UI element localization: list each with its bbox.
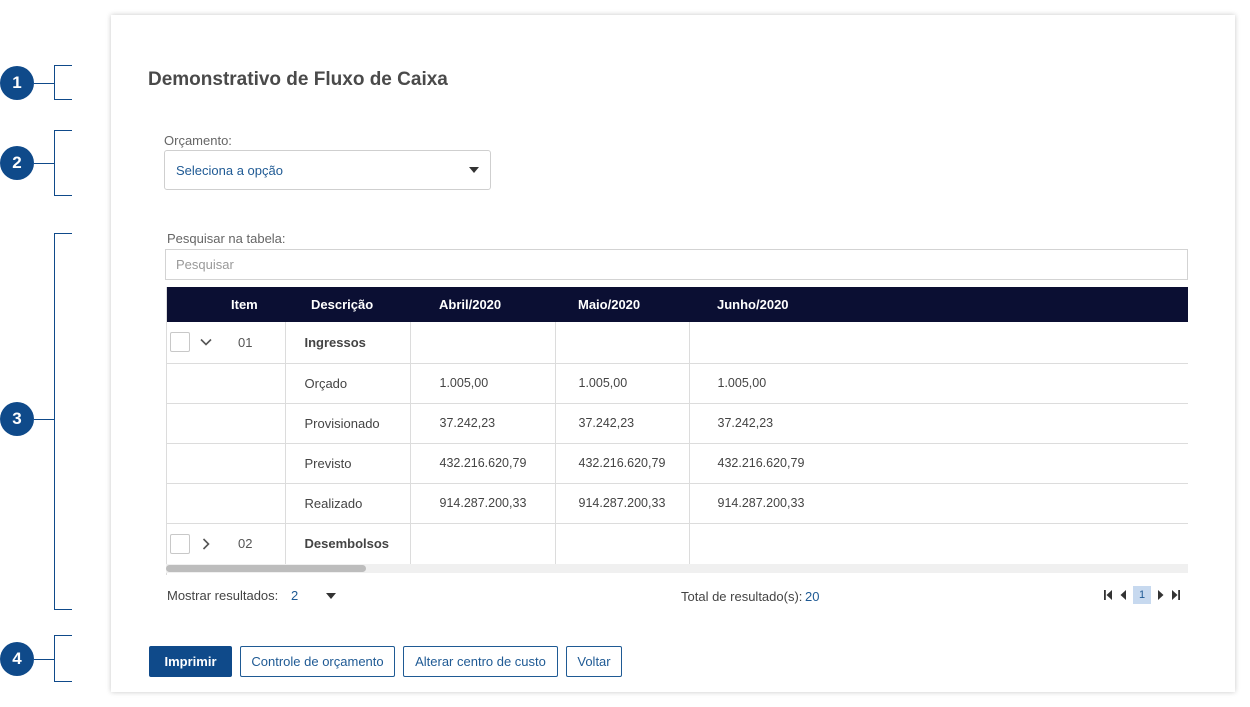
marker-stem [34,659,54,660]
row-may-value: 37.242,23 [555,403,690,444]
show-results-value[interactable]: 2 [291,588,298,603]
scrollbar-thumb[interactable] [166,565,366,572]
row-april-value: 1.005,00 [410,363,556,404]
caret-down-icon [469,167,479,173]
budget-label: Orçamento: [164,133,232,148]
row-june-value: 914.287.200,33 [689,483,1188,524]
header-may: Maio/2020 [578,297,641,312]
row-april-value: 914.287.200,33 [410,483,556,524]
next-page-icon[interactable] [1157,589,1164,601]
table-row: Provisionado 37.242,23 37.242,23 37.242,… [167,403,1188,444]
row-description: Orçado [285,363,411,404]
results-dropdown-caret-icon[interactable] [326,593,336,599]
change-cost-center-button[interactable]: Alterar centro de custo [403,646,558,677]
marker-number: 2 [0,146,34,180]
row-may-value: 1.005,00 [555,363,690,404]
table-row: Orçado 1.005,00 1.005,00 1.005,00 [167,363,1188,404]
row-june [689,322,1188,364]
row-april [410,523,556,565]
marker-number: 1 [0,66,34,100]
row-item [228,443,286,484]
row-controls [167,523,228,565]
print-button[interactable]: Imprimir [149,646,232,677]
back-button[interactable]: Voltar [566,646,622,677]
marker-number: 4 [0,642,34,676]
header-description: Descrição [311,297,374,312]
table-row: Realizado 914.287.200,33 914.287.200,33 … [167,483,1188,524]
row-description: Realizado [285,483,411,524]
last-page-icon[interactable] [1171,589,1180,601]
marker-number: 3 [0,402,34,436]
pagination: 1 [1104,586,1180,604]
cash-flow-table: Item Descrição Abril/2020 Maio/2020 Junh… [166,287,1188,575]
row-controls [167,443,228,484]
row-may [555,523,690,565]
row-item [228,483,286,524]
page-title: Demonstrativo de Fluxo de Caixa [148,69,448,90]
header-select [167,287,228,322]
row-june-value: 37.242,23 [689,403,1188,444]
row-june-value: 1.005,00 [689,363,1188,404]
table-header-row: Item Descrição Abril/2020 Maio/2020 Junh… [167,287,1188,322]
search-label: Pesquisar na tabela: [167,231,286,246]
total-results-label: Total de resultado(s): [681,589,803,604]
row-description: Ingressos [285,322,411,364]
row-april [410,322,556,364]
budget-select-value: Seleciona a opção [176,162,283,178]
current-page[interactable]: 1 [1133,586,1151,604]
row-controls [167,403,228,444]
marker-bracket [54,65,72,100]
table-row: Previsto 432.216.620,79 432.216.620,79 4… [167,443,1188,484]
table-search-input[interactable] [165,249,1188,280]
chevron-right-icon[interactable] [199,537,213,551]
row-item: 02 [228,523,286,565]
row-may-value: 914.287.200,33 [555,483,690,524]
chevron-down-icon[interactable] [199,335,213,349]
row-april-value: 37.242,23 [410,403,556,444]
marker-stem [34,163,54,164]
budget-select[interactable]: Seleciona a opção [164,150,491,190]
row-controls [167,483,228,524]
row-item [228,403,286,444]
marker-bracket [54,130,72,196]
row-may-value: 432.216.620,79 [555,443,690,484]
row-checkbox[interactable] [170,533,190,554]
row-description: Desembolsos [285,523,411,565]
cash-flow-card: Demonstrativo de Fluxo de Caixa Orçament… [111,15,1235,692]
marker-bracket [54,635,72,682]
row-item [228,363,286,404]
row-description: Provisionado [285,403,411,444]
first-page-icon[interactable] [1104,589,1113,601]
item-number: 02 [238,536,253,551]
table-group-row[interactable]: 02 Desembolsos [167,523,1188,565]
table-group-row[interactable]: 01 Ingressos [167,322,1188,364]
row-item: 01 [228,322,286,364]
row-june-value: 432.216.620,79 [689,443,1188,484]
row-controls [167,322,228,364]
marker-bracket [54,233,72,610]
marker-stem [34,419,54,420]
total-results-value: 20 [805,589,820,604]
header-april: Abril/2020 [439,297,502,312]
table-horizontal-scrollbar[interactable] [166,564,1188,573]
row-controls [167,363,228,404]
show-results-label: Mostrar resultados: [167,588,279,603]
row-checkbox[interactable] [170,332,190,353]
header-item: Item [231,297,258,312]
marker-stem [34,83,54,84]
row-may [555,322,690,364]
row-april-value: 432.216.620,79 [410,443,556,484]
header-june: Junho/2020 [717,297,789,312]
item-number: 01 [238,334,253,350]
budget-control-button[interactable]: Controle de orçamento [240,646,395,677]
previous-page-icon[interactable] [1120,589,1127,601]
row-june [689,523,1188,565]
row-description: Previsto [285,443,411,484]
